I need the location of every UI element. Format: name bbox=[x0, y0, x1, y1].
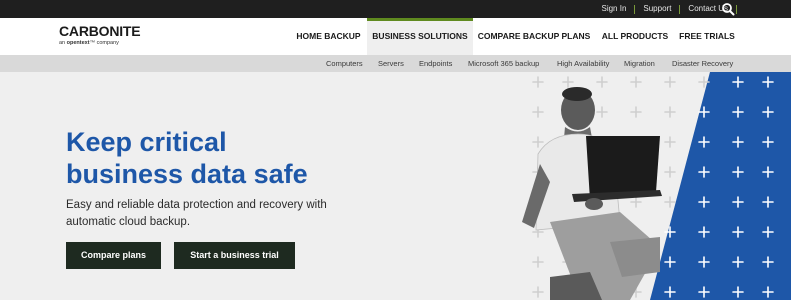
nav-all-products[interactable]: ALL PRODUCTS bbox=[596, 18, 674, 55]
subnav-servers[interactable]: Servers bbox=[378, 55, 404, 72]
main-navigation: CARBONITE an opentext™ company HOME BACK… bbox=[0, 18, 791, 55]
logo-tagline: an opentext™ company bbox=[59, 40, 140, 47]
subnav-endpoints[interactable]: Endpoints bbox=[419, 55, 452, 72]
nav-free-trials[interactable]: FREE TRIALS bbox=[676, 18, 738, 55]
hero-subtext-line: Easy and reliable data protection and re… bbox=[66, 199, 327, 211]
utility-links: Sign In Support Contact Us bbox=[593, 0, 737, 18]
hero-headline: Keep critical business data safe bbox=[66, 126, 366, 190]
logo-tagline-brand: opentext bbox=[66, 40, 90, 46]
nav-compare-backup-plans[interactable]: COMPARE BACKUP PLANS bbox=[474, 18, 594, 55]
hero-subtext-line: automatic cloud backup. bbox=[66, 216, 191, 228]
nav-business-solutions[interactable]: BUSINESS SOLUTIONS bbox=[367, 18, 473, 55]
logo-wordmark: CARBONITE bbox=[59, 23, 141, 39]
search-icon[interactable] bbox=[721, 2, 735, 16]
hero-headline-line: Keep critical bbox=[66, 127, 227, 157]
logo-tagline-prefix: an bbox=[59, 40, 67, 46]
hero-section: Keep critical business data safe Easy an… bbox=[0, 72, 791, 300]
start-business-trial-button[interactable]: Start a business trial bbox=[174, 242, 295, 269]
utility-bar: Sign In Support Contact Us bbox=[0, 0, 791, 18]
nav-home-backup[interactable]: HOME BACKUP bbox=[291, 18, 366, 55]
subnav-microsoft-365-backup[interactable]: Microsoft 365 backup bbox=[468, 55, 539, 72]
sub-navigation: Computers Servers Endpoints Microsoft 36… bbox=[0, 55, 791, 72]
hero-headline-line: business data safe bbox=[66, 159, 308, 189]
hero-subtext: Easy and reliable data protection and re… bbox=[66, 197, 366, 231]
subnav-disaster-recovery[interactable]: Disaster Recovery bbox=[672, 55, 733, 72]
carbonite-logo[interactable]: CARBONITE an opentext™ company bbox=[59, 23, 141, 47]
sign-in-link[interactable]: Sign In bbox=[593, 0, 634, 18]
utility-divider bbox=[736, 4, 737, 14]
compare-plans-button[interactable]: Compare plans bbox=[66, 242, 161, 269]
subnav-high-availability[interactable]: High Availability bbox=[557, 55, 609, 72]
person-with-laptop-image bbox=[522, 87, 662, 300]
subnav-computers[interactable]: Computers bbox=[326, 55, 363, 72]
blue-accent-panel bbox=[650, 72, 791, 300]
subnav-migration[interactable]: Migration bbox=[624, 55, 655, 72]
hero-illustration bbox=[522, 72, 791, 300]
support-link[interactable]: Support bbox=[635, 0, 679, 18]
logo-tagline-suffix: ™ company bbox=[89, 40, 119, 46]
